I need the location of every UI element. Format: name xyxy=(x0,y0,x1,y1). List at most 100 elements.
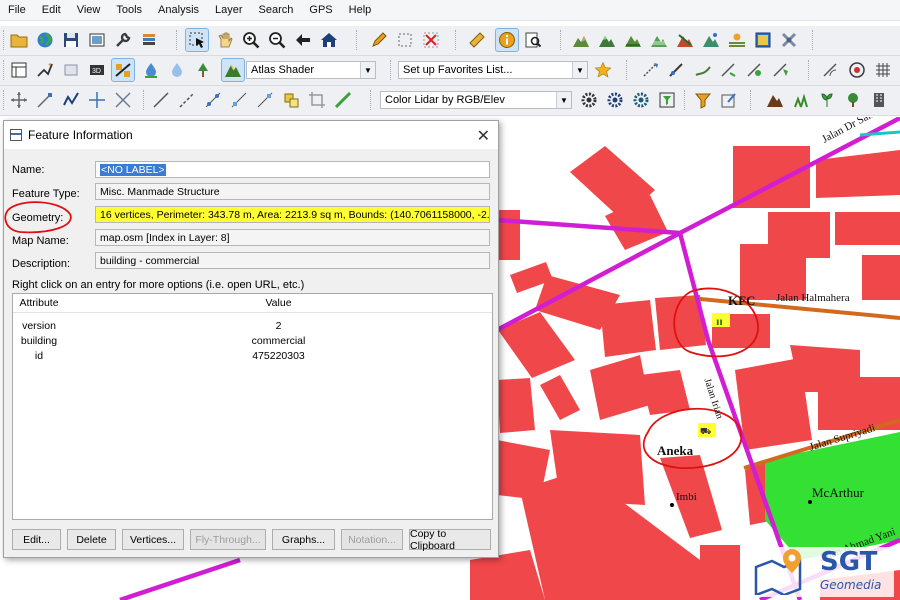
chevron-down-icon[interactable]: ▼ xyxy=(572,62,587,78)
sun-shade-icon[interactable] xyxy=(726,29,748,51)
building-icon[interactable] xyxy=(868,89,890,111)
terrain-icon[interactable] xyxy=(700,29,722,51)
plant-icon[interactable] xyxy=(816,89,838,111)
slope-icon[interactable] xyxy=(111,58,135,82)
reshape-icon[interactable] xyxy=(60,89,82,111)
line-tool-icon[interactable] xyxy=(150,89,172,111)
line-of-sight-icon[interactable] xyxy=(666,59,688,81)
search-info-icon[interactable] xyxy=(522,29,544,51)
value-column-header[interactable]: Value xyxy=(65,294,492,312)
terrain-icon[interactable] xyxy=(596,29,618,51)
building[interactable] xyxy=(497,378,535,433)
menu-help[interactable]: Help xyxy=(341,4,380,16)
table-row[interactable]: id 475220303 xyxy=(13,349,492,364)
toolbar-grip[interactable] xyxy=(3,90,7,110)
vertex-tool-icon[interactable] xyxy=(228,89,250,111)
description-field[interactable]: building - commercial xyxy=(95,252,490,269)
building[interactable] xyxy=(835,212,900,245)
building[interactable] xyxy=(590,355,650,420)
zoom-out-icon[interactable] xyxy=(266,29,288,51)
vertex-tool-icon[interactable] xyxy=(280,89,302,111)
zoom-in-icon[interactable] xyxy=(240,29,262,51)
toolbar-grip[interactable] xyxy=(3,30,7,50)
feature-type-field[interactable]: Misc. Manmade Structure xyxy=(95,183,490,200)
building[interactable] xyxy=(862,255,900,300)
menu-file[interactable]: File xyxy=(0,4,34,16)
gear-icon[interactable] xyxy=(604,89,626,111)
open-folder-icon[interactable] xyxy=(8,29,30,51)
water-drop-icon[interactable] xyxy=(140,59,162,81)
shader-select[interactable]: Atlas Shader ▼ xyxy=(246,61,376,79)
notation-button[interactable]: Notation... xyxy=(341,529,403,550)
vegetation-icon[interactable] xyxy=(790,89,812,111)
dialog-titlebar[interactable]: Feature Information ✕ xyxy=(4,121,498,149)
satellite-icon[interactable] xyxy=(778,29,800,51)
favorite-star-icon[interactable] xyxy=(592,59,614,81)
toolbar-grip[interactable] xyxy=(560,30,564,50)
table-row[interactable]: version 2 xyxy=(13,319,492,334)
toolbar-grip[interactable] xyxy=(455,30,459,50)
atlas-shader-icon[interactable] xyxy=(221,58,245,82)
building[interactable] xyxy=(600,300,656,357)
profile-line-icon[interactable] xyxy=(640,59,662,81)
toolbar-grip[interactable] xyxy=(176,30,180,50)
map-window-icon[interactable] xyxy=(86,29,108,51)
home-icon[interactable] xyxy=(318,29,340,51)
geometry-field[interactable]: 16 vertices, Perimeter: 343.78 m, Area: … xyxy=(95,206,490,223)
menu-tools[interactable]: Tools xyxy=(108,4,150,16)
gear-icon[interactable] xyxy=(578,89,600,111)
watershed-icon[interactable] xyxy=(744,59,766,81)
wrench-icon[interactable] xyxy=(112,29,134,51)
water-level-icon[interactable] xyxy=(166,59,188,81)
menu-view[interactable]: View xyxy=(69,4,109,16)
shift-icon[interactable] xyxy=(60,59,82,81)
globe-icon[interactable] xyxy=(34,29,56,51)
pan-hand-icon[interactable] xyxy=(214,29,236,51)
attribute-table[interactable]: Attribute Value version 2 building comme… xyxy=(12,293,493,520)
3d-view-icon[interactable]: 3D xyxy=(86,59,108,81)
mountain-icon[interactable] xyxy=(764,89,786,111)
crop-icon[interactable] xyxy=(306,89,328,111)
edit-lidar-icon[interactable] xyxy=(718,89,740,111)
map-name-field[interactable]: map.osm [Index in Layer: 8] xyxy=(95,229,490,246)
toolbar-grip[interactable] xyxy=(390,60,394,80)
filter-box-icon[interactable] xyxy=(656,89,678,111)
toolbar-grip[interactable] xyxy=(750,90,754,110)
edit-vertex-icon[interactable] xyxy=(34,89,56,111)
fly-through-button[interactable]: Fly-Through... xyxy=(190,529,266,550)
building[interactable] xyxy=(498,210,520,260)
toolbar-grip[interactable] xyxy=(808,60,812,80)
tree-height-icon[interactable] xyxy=(192,59,214,81)
target-icon[interactable] xyxy=(846,59,868,81)
table-row[interactable]: building commercial xyxy=(13,334,492,349)
contour-icon[interactable] xyxy=(718,59,740,81)
vertex-tool-icon[interactable] xyxy=(254,89,276,111)
image-icon[interactable] xyxy=(752,29,774,51)
vertices-button[interactable]: Vertices... xyxy=(122,529,184,550)
move-vertex-icon[interactable] xyxy=(8,89,30,111)
toolbar-grip[interactable] xyxy=(370,90,374,110)
tree-icon[interactable] xyxy=(842,89,864,111)
attribute-column-header[interactable]: Attribute xyxy=(13,294,65,312)
feature-info-icon[interactable] xyxy=(495,28,519,52)
road-west[interactable] xyxy=(119,557,241,600)
viewshed-icon[interactable] xyxy=(770,59,792,81)
measure-tool-icon[interactable] xyxy=(332,89,354,111)
terrain-icon[interactable] xyxy=(622,29,644,51)
edit-button[interactable]: Edit... xyxy=(12,529,61,550)
terrain-icon[interactable] xyxy=(648,29,670,51)
menu-search[interactable]: Search xyxy=(251,4,302,16)
digitizer-select-icon[interactable] xyxy=(185,28,209,52)
split-icon[interactable] xyxy=(112,89,134,111)
lidar-color-select[interactable]: Color Lidar by RGB/Elev ▼ xyxy=(380,91,572,109)
gear-icon[interactable] xyxy=(630,89,652,111)
move-icon[interactable] xyxy=(86,89,108,111)
pencil-icon[interactable] xyxy=(368,29,390,51)
toolbar-grip[interactable] xyxy=(3,60,7,80)
menu-layer[interactable]: Layer xyxy=(207,4,251,16)
menu-analysis[interactable]: Analysis xyxy=(150,4,207,16)
delete-button[interactable]: Delete xyxy=(67,529,116,550)
chevron-down-icon[interactable]: ▼ xyxy=(556,92,571,108)
graphs-button[interactable]: Graphs... xyxy=(272,529,335,550)
toolbar-grip[interactable] xyxy=(684,90,688,110)
